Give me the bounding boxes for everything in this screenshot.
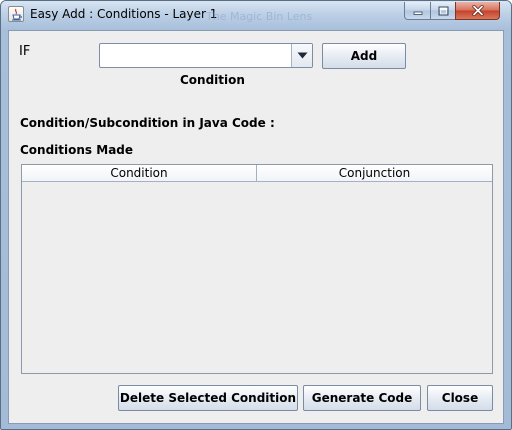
table-header: Condition Conjunction [22,165,492,182]
maximize-icon [438,6,448,15]
title-bar[interactable]: Easy Add : Conditions - Layer 1 The Magi… [1,1,511,29]
maximize-button[interactable] [430,2,456,20]
dialog-window: Easy Add : Conditions - Layer 1 The Magi… [0,0,512,430]
close-window-button[interactable] [455,2,500,20]
add-button[interactable]: Add [322,43,406,69]
dialog-content: IF Add Condition Condition/Subcondition … [8,30,504,424]
java-cup-icon[interactable] [8,6,24,22]
minimize-button[interactable] [404,2,431,20]
delete-selected-condition-button[interactable]: Delete Selected Condition [118,385,298,411]
minimize-icon [413,11,422,15]
if-label: IF [19,44,31,59]
conditions-table[interactable]: Condition Conjunction [21,164,493,374]
window-title: Easy Add : Conditions - Layer 1 [30,7,218,21]
generate-code-button[interactable]: Generate Code [303,385,421,411]
conditions-made-label: Conditions Made [20,143,134,157]
condition-caption: Condition [180,73,245,87]
triangle-down-icon [297,52,307,59]
java-code-label: Condition/Subcondition in Java Code : [20,116,275,130]
background-window-title: The Magic Bin Lens [206,10,313,23]
column-header-condition[interactable]: Condition [22,165,257,181]
condition-dropdown-button[interactable] [291,44,312,67]
close-icon [471,5,484,16]
close-button[interactable]: Close [427,385,493,411]
condition-combobox[interactable] [99,43,313,68]
column-header-conjunction[interactable]: Conjunction [257,165,492,181]
